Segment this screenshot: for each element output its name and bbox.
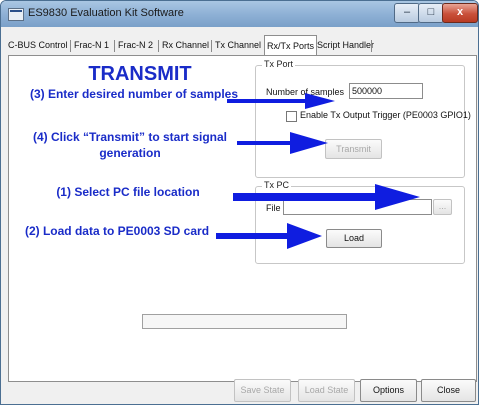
- arrow-step-4: [237, 132, 328, 154]
- arrow-step-2: [216, 223, 322, 249]
- annotation-arrows: [216, 93, 420, 249]
- arrow-step-3: [227, 93, 335, 109]
- arrow-step-1: [233, 184, 420, 210]
